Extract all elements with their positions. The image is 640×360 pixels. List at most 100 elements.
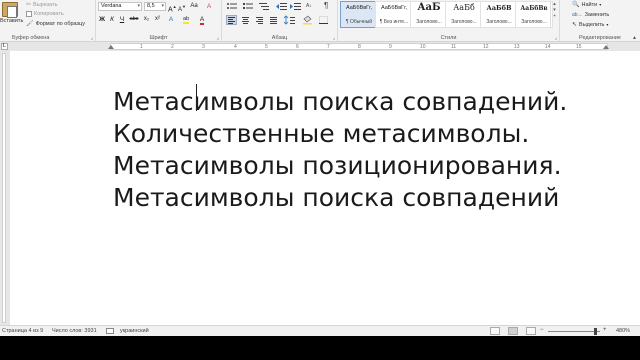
italic-button[interactable]: К — [108, 15, 116, 24]
font-color-label: A — [199, 16, 205, 25]
shading-button[interactable] — [302, 15, 314, 25]
subscript-button[interactable]: x₂ — [142, 15, 151, 24]
ruler-tick-label: 1 — [140, 44, 143, 50]
strikethrough-label: abc — [129, 16, 139, 22]
zoom-out-button[interactable]: − — [540, 327, 544, 333]
web-layout-button[interactable] — [526, 327, 536, 335]
copy-icon — [26, 10, 32, 17]
replace-icon: ab↔ — [572, 11, 583, 18]
style-heading-2[interactable]: АаБб Заголово... — [445, 1, 483, 28]
multilevel-list-icon — [259, 3, 269, 10]
copy-button[interactable]: Копировать — [26, 9, 64, 18]
bullets-button[interactable] — [226, 2, 238, 11]
clipboard-dialog-launcher-icon[interactable]: ⌟ — [91, 35, 93, 41]
select-label: Выделить — [579, 21, 605, 28]
cut-button[interactable]: ✂ Вырезать — [26, 0, 58, 9]
print-layout-button[interactable] — [508, 327, 518, 335]
sort-button[interactable]: A↓ — [306, 2, 318, 11]
underline-button[interactable]: Ч — [118, 15, 126, 24]
language-indicator[interactable]: украинский — [120, 328, 149, 334]
zoom-slider[interactable] — [548, 331, 600, 332]
document-line[interactable]: Количественные метасимволы. — [113, 118, 567, 150]
word-count[interactable]: Число слов: 3931 — [52, 328, 97, 334]
ruler-tick-label: 14 — [545, 44, 551, 50]
document-line[interactable]: Метасимволы поиска совпадений. — [113, 86, 567, 118]
chevron-down-icon: ▾ — [599, 2, 602, 7]
highlight-button[interactable]: ab — [180, 15, 192, 24]
paste-button[interactable]: Вставить — [0, 2, 23, 32]
format-painter-button[interactable]: 🖌 Формат по образцу — [26, 19, 85, 28]
ruler-tick-label: 10 — [420, 44, 426, 50]
show-formatting-button[interactable]: ¶ — [324, 1, 334, 11]
multilevel-list-button[interactable] — [258, 2, 270, 11]
ruler-tick-label: 11 — [451, 44, 457, 50]
superscript-button[interactable]: x² — [153, 15, 162, 24]
text-effects-button[interactable]: A — [166, 15, 176, 24]
style-heading-3[interactable]: АаБбВ Заголово... — [480, 1, 518, 28]
ruler-track[interactable]: 1 2 3 4 5 6 7 8 9 10 11 12 13 14 15 — [110, 43, 608, 50]
sort-icon: A↓ — [306, 3, 312, 9]
zoom-in-button[interactable]: + — [603, 327, 607, 333]
style-heading-1[interactable]: АаБ Заголово... — [410, 1, 448, 28]
page-indicator[interactable]: Страница 4 из 9 — [2, 328, 43, 334]
ruler-tick-label: 13 — [514, 44, 520, 50]
font-color-button[interactable]: A — [196, 15, 208, 25]
text-effects-label: A — [168, 16, 174, 23]
change-case-button[interactable]: Aa — [188, 2, 200, 11]
ruler-tick-label: 5 — [265, 44, 268, 50]
ruler-tick-label: 4 — [234, 44, 237, 50]
increase-indent-button[interactable] — [290, 2, 302, 11]
ruler-tick-label: 9 — [389, 44, 392, 50]
font-dialog-launcher-icon[interactable]: ⌟ — [217, 35, 219, 41]
left-indent-marker[interactable] — [108, 45, 114, 49]
style-name: Заголово... — [521, 19, 547, 25]
text-cursor — [196, 84, 197, 111]
zoom-slider-thumb[interactable] — [594, 328, 597, 335]
document-line[interactable]: Метасимволы позиционирования. — [113, 150, 567, 182]
highlight-label: ab — [182, 16, 190, 24]
paragraph-dialog-launcher-icon[interactable]: ⌟ — [333, 35, 335, 41]
decrease-indent-button[interactable] — [276, 2, 288, 11]
clear-formatting-button[interactable]: A — [204, 2, 214, 11]
search-icon: 🔍 — [572, 2, 580, 8]
borders-button[interactable] — [318, 15, 330, 25]
document-page[interactable]: Метасимволы поиска совпадений. Количеств… — [10, 51, 640, 325]
font-name-combo[interactable]: Verdana ▾ — [98, 2, 142, 11]
strikethrough-button[interactable]: abc — [128, 15, 140, 24]
format-painter-label: Формат по образцу — [35, 20, 85, 27]
style-heading-4[interactable]: АаБбВв Заголово... — [515, 1, 553, 28]
align-center-button[interactable] — [240, 15, 251, 25]
style-no-spacing[interactable]: АаБбВвГг, ¶ Без инте... — [375, 1, 413, 28]
proofing-icon[interactable] — [106, 328, 114, 334]
styles-dialog-launcher-icon[interactable]: ⌟ — [555, 35, 557, 41]
right-indent-marker[interactable] — [603, 45, 609, 49]
line-spacing-button[interactable] — [283, 15, 296, 25]
copy-label: Копировать — [34, 10, 64, 17]
collapse-ribbon-icon[interactable]: ▲ — [632, 35, 637, 41]
styles-gallery-scroll[interactable]: ▴ ▾ ⩡ — [550, 1, 558, 28]
align-left-button[interactable] — [226, 15, 237, 25]
read-mode-button[interactable] — [490, 327, 500, 335]
vertical-ruler-track[interactable] — [2, 53, 6, 323]
replace-button[interactable]: ab↔ Заменить — [572, 10, 609, 19]
justify-icon — [270, 17, 277, 24]
underline-label: Ч — [119, 16, 125, 23]
bold-button[interactable]: Ж — [98, 15, 106, 24]
style-normal[interactable]: АаБбВвГг, ¶ Обычный — [340, 1, 378, 28]
vertical-ruler — [0, 51, 8, 325]
font-group-label: Шрифт — [149, 35, 168, 41]
numbering-button[interactable] — [242, 2, 254, 11]
select-button[interactable]: ↖ Выделить ▾ — [572, 20, 608, 29]
style-sample: АаБбВ — [486, 4, 512, 12]
tab-selector-icon[interactable]: L — [1, 43, 8, 50]
justify-button[interactable] — [268, 15, 279, 25]
shrink-font-button[interactable]: A▼ — [178, 2, 186, 13]
grow-font-button[interactable]: A▲ — [168, 2, 177, 13]
more-icon[interactable]: ⩡ — [551, 13, 558, 19]
align-right-button[interactable] — [254, 15, 265, 25]
font-size-combo[interactable]: 8,5 ▾ — [144, 2, 166, 11]
document-line[interactable]: Метасимволы поиска совпадений — [113, 182, 567, 214]
find-button[interactable]: 🔍 Найти ▾ — [572, 0, 601, 9]
zoom-level[interactable]: 480% — [616, 328, 630, 334]
document-body[interactable]: Метасимволы поиска совпадений. Количеств… — [113, 86, 567, 214]
